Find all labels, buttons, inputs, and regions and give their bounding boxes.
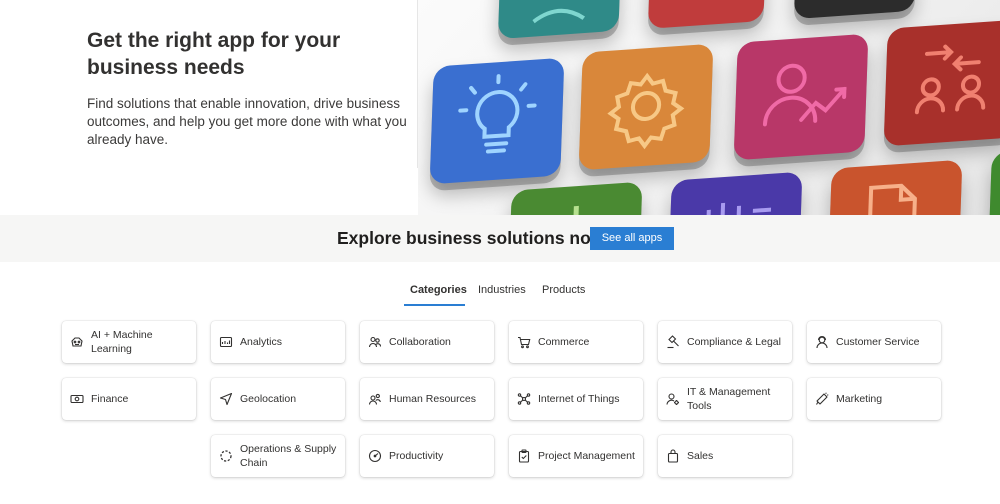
category-label: Marketing: [836, 393, 883, 405]
megaphone-icon: [815, 392, 829, 406]
chart-bars-icon: [706, 202, 772, 215]
ai-icon: [70, 335, 84, 349]
explore-title: Explore business solutions now: [337, 228, 605, 248]
category-label: Geolocation: [240, 393, 297, 405]
category-card-marketing[interactable]: Marketing: [807, 378, 941, 420]
category-label: Finance: [91, 393, 129, 405]
document-icon: [867, 183, 917, 215]
tab-products[interactable]: Products: [542, 282, 585, 304]
clipboard-icon: [517, 449, 531, 463]
gauge-icon: [368, 449, 382, 463]
category-card-human-resources[interactable]: Human Resources: [360, 378, 494, 420]
tab-categories[interactable]: Categories: [410, 282, 467, 304]
tab-industries[interactable]: Industries: [478, 282, 526, 304]
gear-tile: [578, 43, 714, 171]
category-card-operations-supply-chain[interactable]: Operations & Supply Chain: [211, 435, 345, 477]
category-card-collaboration[interactable]: Collaboration: [360, 321, 494, 363]
people-transfer-tile: [883, 19, 1000, 147]
category-card-analytics[interactable]: Analytics: [211, 321, 345, 363]
see-all-apps-button[interactable]: See all apps: [590, 227, 674, 250]
category-label: Project Management: [538, 450, 635, 462]
lightbulb-tile: [429, 57, 565, 185]
category-label: Sales: [687, 450, 714, 462]
green-tile: [507, 181, 643, 215]
bag-icon: [666, 449, 680, 463]
hero-text: Get the right app for your business need…: [87, 27, 407, 149]
person-chart-tile: [733, 33, 869, 161]
customer-icon: [815, 335, 829, 349]
chart-bars-tile: [667, 171, 803, 215]
location-arrow-icon: [219, 392, 233, 406]
category-label: Productivity: [389, 450, 444, 462]
cart-icon: [517, 335, 531, 349]
gear-icon: [607, 72, 685, 150]
category-label: Internet of Things: [538, 393, 620, 405]
document-tile: [827, 159, 963, 215]
category-card-project-management[interactable]: Project Management: [509, 435, 643, 477]
lightbulb-icon: [458, 74, 537, 154]
person-gear-icon: [666, 392, 680, 406]
hero-illustration: [418, 0, 1000, 215]
category-tabs: Categories Industries Products: [0, 282, 1000, 308]
category-label: Operations & Supply Chain: [240, 443, 337, 469]
dark-tile-top: [793, 0, 919, 20]
category-label: Collaboration: [389, 336, 451, 348]
category-label: Human Resources: [389, 393, 476, 405]
analytics-icon: [219, 335, 233, 349]
people-transfer-icon: [914, 44, 986, 115]
explore-banner: Explore business solutions now: [0, 215, 1000, 262]
money-icon: [70, 392, 84, 406]
category-card-internet-of-things[interactable]: Internet of Things: [509, 378, 643, 420]
cycle-icon: [219, 449, 233, 463]
category-label: Compliance & Legal: [687, 336, 781, 348]
active-tab-indicator: [404, 304, 465, 306]
category-label: AI + Machine Learning: [91, 329, 153, 355]
category-card-geolocation[interactable]: Geolocation: [211, 378, 345, 420]
people-icon: [368, 392, 382, 406]
category-label: IT & Management Tools: [687, 386, 771, 412]
category-card-productivity[interactable]: Productivity: [360, 435, 494, 477]
iot-icon: [517, 392, 531, 406]
hero-title: Get the right app for your business need…: [87, 29, 341, 79]
category-card-commerce[interactable]: Commerce: [509, 321, 643, 363]
category-card-ai-machine-learning[interactable]: AI + Machine Learning: [62, 321, 196, 363]
category-card-it-management-tools[interactable]: IT & Management Tools: [658, 378, 792, 420]
red-tile-top: [647, 0, 768, 29]
hero-description: Find solutions that enable innovation, d…: [87, 96, 407, 147]
category-card-finance[interactable]: Finance: [62, 378, 196, 420]
teal-tile: [497, 0, 623, 40]
person-chart-icon: [762, 63, 847, 127]
category-card-compliance-legal[interactable]: Compliance & Legal: [658, 321, 792, 363]
gavel-icon: [666, 335, 680, 349]
category-label: Analytics: [240, 336, 283, 348]
collaboration-icon: [368, 335, 382, 349]
category-card-customer-service[interactable]: Customer Service: [807, 321, 941, 363]
category-card-sales[interactable]: Sales: [658, 435, 792, 477]
category-label: Customer Service: [836, 336, 920, 348]
green-tile-edge: [987, 148, 1000, 215]
hero-section: Get the right app for your business need…: [0, 0, 1000, 215]
category-label: Commerce: [538, 336, 590, 348]
